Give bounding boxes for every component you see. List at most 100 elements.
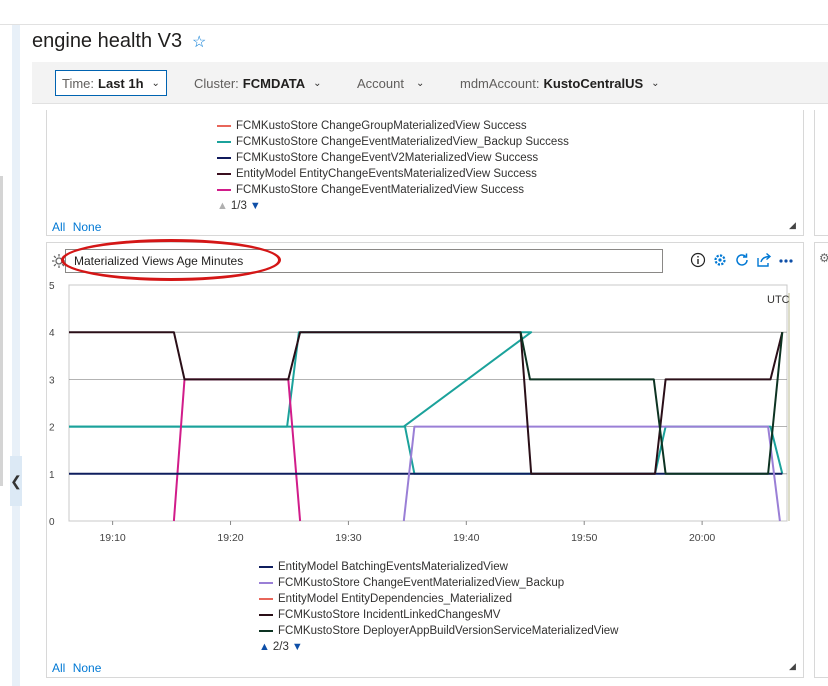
account-filter[interactable]: Account ⌄ [357,70,424,96]
x-tick-label: 19:30 [335,532,361,544]
series-line [69,331,784,475]
cluster-filter[interactable]: Cluster: FCMDATA ⌄ [194,70,322,96]
tile-title-input[interactable] [65,249,663,273]
legend-item[interactable]: FCMKustoStore ChangeEventMaterializedVie… [259,575,618,591]
filter-value: KustoCentralUS [543,75,644,91]
legend-swatch [259,614,273,616]
top-legend: FCMKustoStore ChangeGroupMaterializedVie… [217,118,569,214]
chevron-down-icon: ⌄ [651,77,660,89]
legend-label: FCMKustoStore ChangeEventV2MaterializedV… [236,152,539,164]
legend-label: FCMKustoStore ChangeEventMaterializedVie… [236,136,569,148]
rail-bar [12,24,20,686]
legend-swatch [217,189,231,191]
legend-all-link[interactable]: All [52,220,65,234]
header-divider [0,24,828,25]
legend-item[interactable]: EntityModel EntityDependencies_Materiali… [259,591,618,607]
series-line [172,378,302,522]
filter-value: Last 1h [98,75,144,91]
legend-none-link[interactable]: None [73,661,102,675]
time-filter[interactable]: Time: Last 1h ⌄ [55,70,167,96]
legend-item[interactable]: EntityModel BatchingEventsMaterializedVi… [259,559,618,575]
pager-label: 2/3 [272,641,289,653]
legend-item[interactable]: FCMKustoStore ChangeEventV2MaterializedV… [217,150,569,166]
y-tick-label: 0 [49,517,55,528]
series-line [69,425,784,475]
y-tick-label: 1 [49,470,55,481]
y-tick-label: 2 [49,423,55,434]
adjacent-tile-edge [814,110,828,236]
x-tick-label: 20:00 [689,532,715,544]
info-icon[interactable] [689,251,707,269]
settings-gear-icon[interactable]: ⚙ [819,251,828,265]
tile-toolbar [689,251,795,269]
legend-label: FCMKustoStore ChangeEventMaterializedVie… [236,184,525,196]
filter-key: Time: [62,75,95,91]
timezone-label: UTC [767,294,790,306]
legend-label: EntityModel BatchingEventsMaterializedVi… [278,561,508,573]
legend-none-link[interactable]: None [73,220,102,234]
filter-bar: Time: Last 1h ⌄ Cluster: FCMDATA ⌄ Accou… [32,62,828,104]
age-minutes-line-chart: 0 1 2 3 4 5 19:10 19:20 19:30 19:40 19:50 20:00 UTC [49,281,790,544]
legend-item[interactable]: FCMKustoStore ChangeGroupMaterializedVie… [217,118,569,134]
legend-swatch [259,630,273,632]
top-chart-tile: FCMKustoStore ChangeGroupMaterializedVie… [46,110,804,236]
y-tick-label: 5 [49,281,55,292]
pager-label: 1/3 [230,200,247,212]
more-icon[interactable] [777,251,795,269]
legend-swatch [217,157,231,159]
x-tick-label: 19:10 [99,532,125,544]
legend-label: EntityModel EntityDependencies_Materiali… [278,593,512,605]
all-none-toggle: All None [52,220,105,234]
filter-key: Cluster: [194,75,239,91]
legend-swatch [259,566,273,568]
filter-value: FCMDATA [242,75,306,91]
legend-label: FCMKustoStore ChangeGroupMaterializedVie… [236,120,527,132]
resize-grip-icon[interactable]: ◢ [789,661,796,672]
triangle-down-icon[interactable]: ▼ [250,200,261,212]
star-outline-icon[interactable]: ☆ [192,32,206,52]
mdm-account-filter[interactable]: mdmAccount: KustoCentralUS ⌄ [460,70,660,96]
triangle-up-icon[interactable]: ▲ [217,200,228,212]
legend-swatch [217,141,231,143]
left-rail [0,0,20,686]
series-line [519,332,784,475]
share-icon[interactable] [755,251,773,269]
legend-item[interactable]: FCMKustoStore DeployerAppBuildVersionSer… [259,623,618,639]
legend-item[interactable]: FCMKustoStore ChangeEventMaterializedVie… [217,134,569,150]
filter-key: mdmAccount: [460,75,540,91]
x-tick-label: 19:40 [453,532,479,544]
chevron-down-icon: ⌄ [151,77,160,89]
legend-all-link[interactable]: All [52,661,65,675]
refresh-icon[interactable] [733,251,751,269]
legend-item[interactable]: FCMKustoStore ChangeEventMaterializedVie… [217,182,569,198]
legend-pager: ▲ 1/3 ▼ [217,198,569,214]
legend-item[interactable]: EntityModel EntityChangeEventsMaterializ… [217,166,569,182]
chevron-down-icon: ⌄ [415,77,425,89]
triangle-down-icon[interactable]: ▼ [292,641,303,653]
legend-pager: ▲ 2/3 ▼ [259,639,618,655]
legend-swatch [217,125,231,127]
legend-label: FCMKustoStore IncidentLinkedChangesMV [278,609,501,621]
adjacent-tile-edge: ⚙ [814,242,828,678]
chevron-left-icon: ❮ [10,472,22,489]
legend-swatch [259,598,273,600]
settings-cog-icon[interactable] [711,251,729,269]
filter-key: Account [357,75,404,91]
materialized-views-tile: 01234519:1019:2019:3019:4019:5020:00UTC … [46,239,804,678]
y-tick-label: 4 [49,328,55,339]
page-title: engine health V3 [32,30,183,52]
legend-swatch [217,173,231,175]
bottom-legend: EntityModel BatchingEventsMaterializedVi… [259,559,618,655]
x-tick-label: 19:20 [217,532,243,544]
legend-item[interactable]: FCMKustoStore IncidentLinkedChangesMV [259,607,618,623]
legend-label: FCMKustoStore ChangeEventMaterializedVie… [278,577,565,589]
triangle-up-icon[interactable]: ▲ [259,641,270,653]
legend-label: FCMKustoStore DeployerAppBuildVersionSer… [278,625,619,637]
collapse-panel-button[interactable]: ❮ [10,456,22,506]
resize-grip-icon[interactable]: ◢ [789,220,796,231]
x-tick-label: 19:50 [571,532,597,544]
legend-label: EntityModel EntityChangeEventsMaterializ… [236,168,537,180]
rail-edge [0,176,3,486]
chevron-down-icon: ⌄ [313,77,322,89]
y-tick-label: 3 [49,375,55,386]
